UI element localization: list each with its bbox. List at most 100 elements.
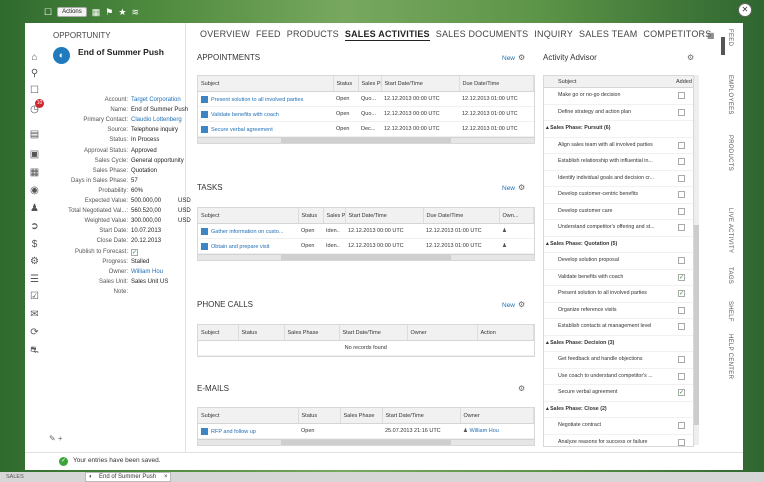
appointments-settings-icon[interactable]: ⚙ — [518, 53, 525, 62]
added-checkbox[interactable] — [678, 108, 685, 116]
tasks-new-link[interactable]: New — [502, 185, 515, 192]
added-checkbox[interactable] — [678, 92, 685, 99]
added-checkbox[interactable] — [678, 158, 685, 165]
column-header[interactable]: Due Date/Time — [459, 76, 534, 92]
advisor-row[interactable]: Validate benefits with coach ✓ — [544, 270, 693, 286]
account-icon[interactable]: ◉ — [28, 184, 41, 197]
chat-icon[interactable]: ☐ — [28, 84, 41, 97]
subject-cell[interactable]: Obtain and prepare visit — [198, 238, 298, 254]
message-icon[interactable]: ✉ — [28, 308, 41, 321]
advisor-row[interactable]: Analyze reasons for success or failure — [544, 435, 693, 447]
close-button[interactable]: ✕ — [738, 3, 752, 17]
added-checkbox[interactable] — [678, 438, 685, 446]
phone-calls-new-link[interactable]: New — [502, 302, 515, 309]
checklist-icon[interactable]: ☑ — [28, 290, 41, 303]
column-header[interactable]: Start Date/Time — [382, 408, 461, 424]
column-header[interactable]: Status — [333, 76, 359, 92]
table-row[interactable]: Secure verbal agreement Open Dec... 12.12.2… — [198, 121, 534, 137]
tab-products[interactable]: PRODUCTS — [287, 29, 339, 41]
column-header[interactable]: Sales Phase — [358, 76, 382, 92]
table-row[interactable]: Obtain and prepare visit Open Iden.. 12.12.… — [198, 238, 534, 254]
advisor-scrollbar[interactable] — [694, 75, 699, 445]
side-tab-shelf[interactable]: SHELF — [727, 301, 733, 322]
side-tab-products[interactable]: PRODUCTS — [727, 135, 733, 171]
flag-icon[interactable]: ⚑ — [105, 7, 113, 18]
dollar-icon[interactable]: $ — [28, 238, 41, 251]
column-header[interactable]: Start Date/Time — [339, 325, 408, 341]
column-header[interactable]: Action — [477, 325, 534, 341]
column-header[interactable]: Subject — [198, 408, 299, 424]
added-checkbox[interactable] — [678, 306, 685, 314]
added-checkbox[interactable]: ✓ — [678, 389, 685, 396]
side-tab-employees[interactable]: EMPLOYEES — [727, 75, 733, 115]
sync-icon[interactable]: ⟳ — [28, 326, 41, 339]
signin-icon[interactable]: ➲ — [28, 220, 41, 233]
people-icon[interactable]: ♟ — [28, 202, 41, 215]
subject-cell[interactable]: RFP and follow up — [198, 423, 298, 439]
note-icon[interactable]: ▣ — [28, 148, 41, 161]
advisor-settings-icon[interactable]: ⚙ — [687, 53, 694, 62]
advisor-row[interactable]: Make go or no-go decision — [544, 88, 693, 105]
added-checkbox[interactable] — [678, 141, 685, 149]
column-header[interactable]: Sales Phase — [340, 408, 383, 424]
column-header[interactable]: Subject — [198, 325, 239, 341]
side-tab-feed[interactable]: FEED — [727, 29, 733, 46]
column-header[interactable]: Subject — [198, 208, 299, 224]
column-header[interactable]: Status — [298, 408, 341, 424]
subject-link[interactable]: Secure verbal agreement — [211, 126, 273, 132]
field-value[interactable]: William Hou — [131, 269, 163, 275]
subject-link[interactable]: Validate benefits with coach — [211, 111, 279, 117]
added-checkbox[interactable]: ✓ — [678, 290, 685, 297]
added-checkbox[interactable] — [678, 174, 685, 182]
advisor-row[interactable]: Establish contacts at management level — [544, 319, 693, 336]
side-tab-live-activity[interactable]: LIVE ACTIVITY — [727, 208, 733, 253]
advisor-row[interactable]: Define strategy and action plan — [544, 105, 693, 121]
added-checkbox[interactable] — [678, 257, 685, 264]
column-header[interactable]: Owner — [407, 325, 478, 341]
table-row[interactable]: Gather information on custo... Open Iden..… — [198, 223, 534, 239]
advisor-row[interactable]: Secure verbal agreement ✓ — [544, 385, 693, 402]
document-icon[interactable]: ▤ — [28, 128, 41, 141]
open-tab[interactable]: ◐ End of Summer Push × — [85, 472, 171, 482]
field-checkbox[interactable]: ✓ — [131, 248, 138, 256]
tasks-scrollbar[interactable] — [198, 254, 534, 260]
grid-view-icon[interactable]: ▦ — [707, 31, 715, 40]
open-tab-close-icon[interactable]: × — [164, 474, 168, 480]
advisor-row[interactable]: Develop solution proposal — [544, 253, 693, 270]
appointments-new-link[interactable]: New — [502, 55, 515, 62]
calendar-icon[interactable]: ▦ — [92, 7, 101, 18]
home-icon[interactable]: ⌂ — [28, 51, 41, 64]
advisor-row[interactable]: Present solution to all involved parties… — [544, 286, 693, 303]
advisor-row[interactable]: Organize reference visits — [544, 303, 693, 319]
actions-button[interactable]: Actions — [57, 7, 87, 17]
rss-icon[interactable]: ≋ — [131, 7, 139, 18]
added-checkbox[interactable] — [678, 323, 685, 330]
advisor-row[interactable]: Establish relationship with influential … — [544, 154, 693, 171]
column-header[interactable]: Due Date/Time — [423, 208, 500, 224]
settings-icon[interactable]: ⚙ — [28, 255, 41, 268]
search-icon[interactable]: ⚲ — [28, 67, 41, 80]
column-header[interactable]: Subject — [198, 76, 334, 92]
tasks-settings-icon[interactable]: ⚙ — [518, 183, 525, 192]
added-checkbox[interactable] — [678, 224, 685, 231]
field-value[interactable]: Target Corporation — [131, 97, 181, 103]
added-checkbox[interactable] — [678, 422, 685, 429]
column-header[interactable]: Start Date/Time — [345, 208, 424, 224]
advisor-phase-group[interactable]: ▴ Sales Phase: Quotation (5) — [544, 237, 693, 253]
advisor-row[interactable]: Use coach to understand competitor's ... — [544, 369, 693, 385]
shield-icon[interactable]: ⛐ — [28, 344, 41, 357]
advisor-row[interactable]: Negotiate contract — [544, 418, 693, 435]
column-header[interactable]: Own... — [499, 208, 534, 224]
emails-settings-icon[interactable]: ⚙ — [518, 384, 525, 393]
tab-sales-activities[interactable]: SALES ACTIVITIES — [344, 29, 430, 41]
phone-calls-settings-icon[interactable]: ⚙ — [518, 300, 525, 309]
list-icon[interactable]: ☰ — [28, 273, 41, 286]
tab-sales-documents[interactable]: SALES DOCUMENTS — [436, 29, 529, 41]
added-checkbox[interactable] — [678, 207, 685, 215]
side-tab-tags[interactable]: TAGS — [727, 267, 733, 284]
added-checkbox[interactable] — [678, 356, 685, 363]
table-row[interactable]: Present solution to all involved parties… — [198, 91, 534, 107]
tab-feed[interactable]: FEED — [256, 29, 281, 41]
advisor-phase-group[interactable]: ▴ Sales Phase: Close (2) — [544, 402, 693, 418]
advisor-row[interactable]: Develop customer-centric benefits — [544, 187, 693, 204]
